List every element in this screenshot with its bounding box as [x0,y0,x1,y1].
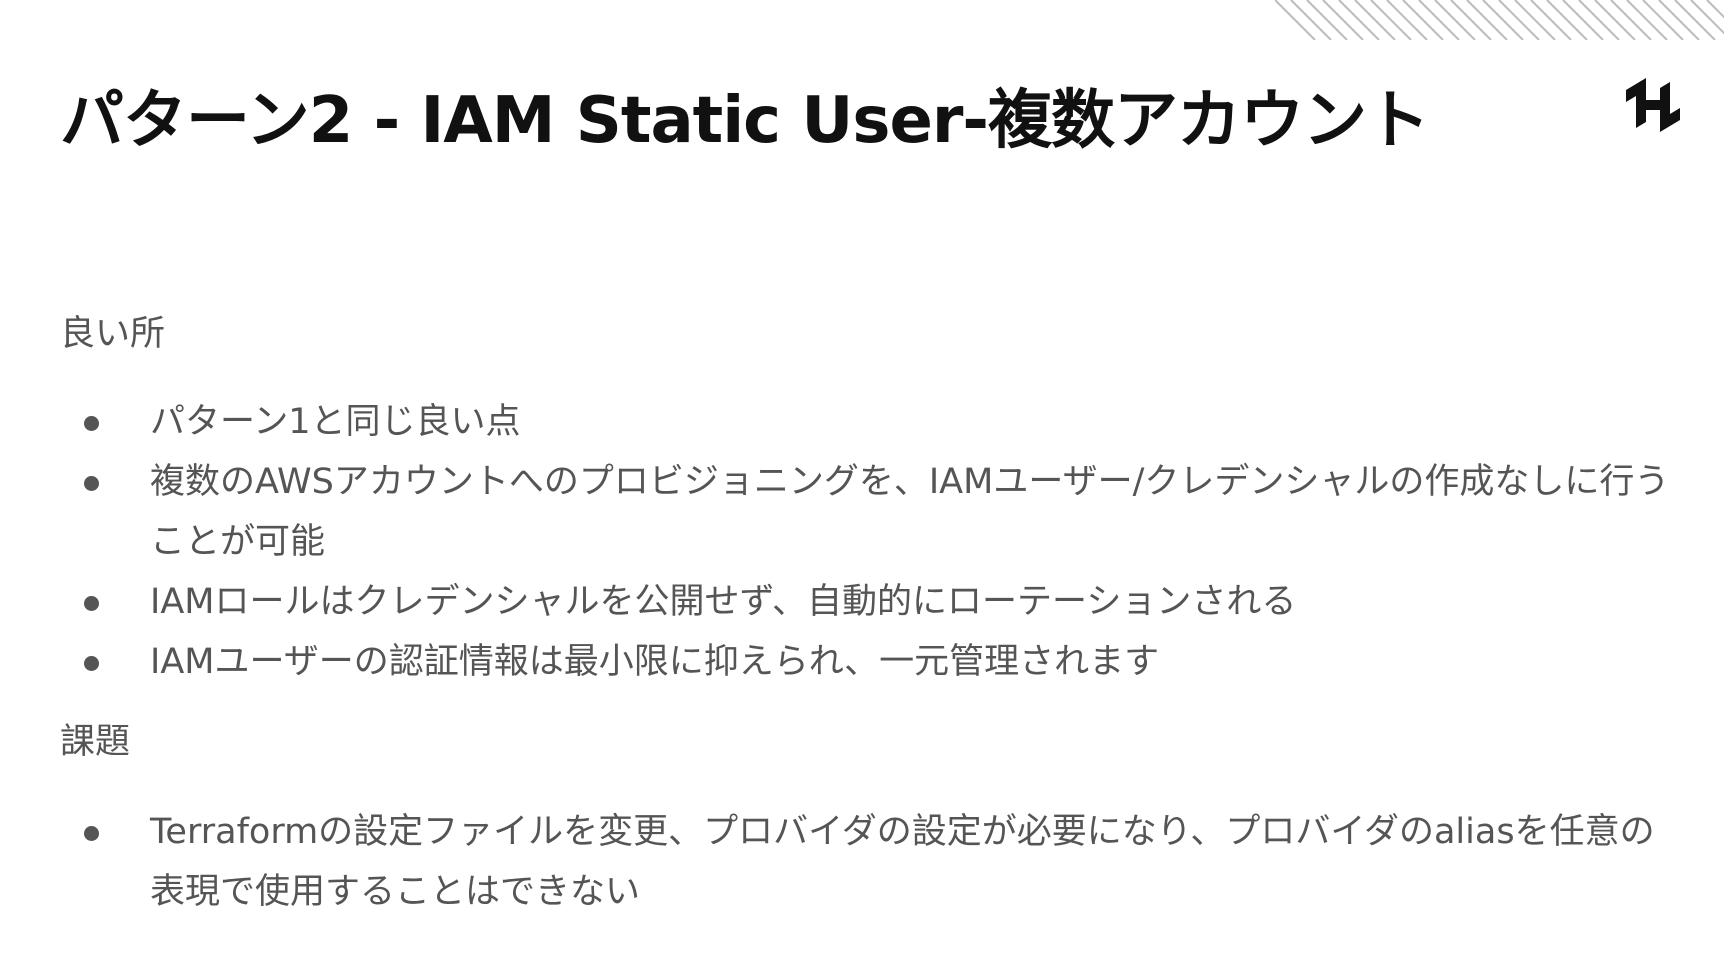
hashicorp-logo-icon [1626,78,1680,132]
list-item: 複数のAWSアカウントへのプロビジョニングを、IAMユーザー/クレデンシャルの作… [0,452,1724,572]
good-points-heading: 良い所 [60,314,166,354]
issues-heading: 課題 [60,722,131,762]
list-item: パターン1と同じ良い点 [0,392,1724,452]
list-item-text: IAMロールはクレデンシャルを公開せず、自動的にローテーションされる [150,582,1297,622]
bullet-icon [84,596,99,611]
list-item-text: IAMユーザーの認証情報は最小限に抑えられ、一元管理されます [150,642,1160,682]
list-item-text: 複数のAWSアカウントへのプロビジョニングを、IAMユーザー/クレデンシャルの作… [150,462,1670,562]
bullet-icon [84,476,99,491]
list-item: Terraformの設定ファイルを変更、プロバイダの設定が必要になり、プロバイダ… [0,802,1724,922]
list-item: IAMロールはクレデンシャルを公開せず、自動的にローテーションされる [0,572,1724,632]
issues-list: Terraformの設定ファイルを変更、プロバイダの設定が必要になり、プロバイダ… [0,802,1724,922]
slide-title: パターン2 - IAM Static User-複数アカウント [60,84,1430,158]
list-item-text: パターン1と同じ良い点 [150,402,521,442]
list-item-text: Terraformの設定ファイルを変更、プロバイダの設定が必要になり、プロバイダ… [150,812,1655,912]
bullet-icon [84,656,99,671]
bullet-icon [84,826,99,841]
diagonal-stripes-decoration [1275,0,1724,40]
list-item: IAMユーザーの認証情報は最小限に抑えられ、一元管理されます [0,632,1724,692]
good-points-list: パターン1と同じ良い点 複数のAWSアカウントへのプロビジョニングを、IAMユー… [0,392,1724,692]
bullet-icon [84,416,99,431]
